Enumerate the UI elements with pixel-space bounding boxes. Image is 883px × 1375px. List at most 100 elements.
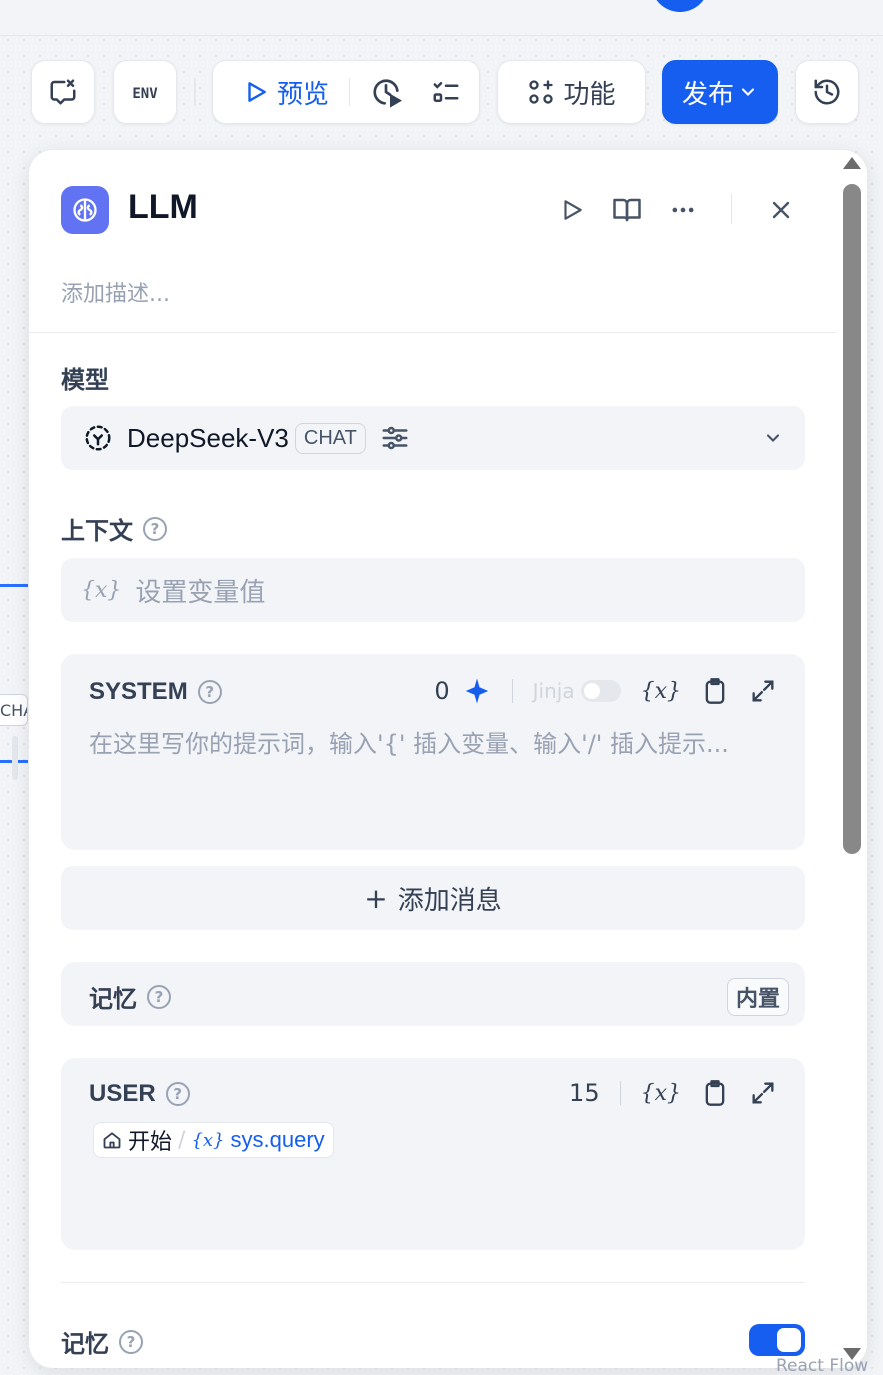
insert-variable-button[interactable]: {x} [641,1081,681,1106]
group-divider [349,78,351,106]
system-prompt-actions: 0 Jinja {x} [434,676,777,706]
context-section-label: 上下文 ? [61,511,167,546]
react-flow-attribution[interactable]: React Flow [776,1356,868,1375]
node-config-panel: LLM 添加描述... 模型 DeepSeek-V3 CHAT 上下文 ? {x [29,150,867,1368]
more-horizontal-icon [672,207,694,213]
system-role-text: SYSTEM [89,678,188,705]
history-icon [814,79,840,105]
env-variables-button[interactable]: ENV [113,60,177,124]
top-bar [0,0,883,36]
context-placeholder: 设置变量值 [135,577,266,608]
context-label: 上下文 [61,517,133,545]
model-section-label: 模型 [61,360,109,395]
actions-divider [619,1081,621,1105]
toolbar-divider [194,78,196,106]
model-selector[interactable]: DeepSeek-V3 CHAT [61,406,805,470]
jinja-label: Jinja [532,679,575,703]
chevron-down-icon [741,88,755,96]
user-token-count: 15 [569,1079,600,1107]
help-icon[interactable]: ? [147,984,171,1009]
run-node-button[interactable] [554,192,590,228]
chat-variables-button[interactable] [31,60,95,124]
variable-reference-tag[interactable]: 开始 / {x} sys.query [93,1122,334,1158]
memory-toggle[interactable] [749,1324,805,1356]
user-role-text: USER [89,1080,156,1107]
apps-icon [529,80,554,104]
scrollbar-thumb[interactable] [843,184,861,854]
node-handle [12,736,18,780]
svg-text:ENV: ENV [132,86,158,102]
help-icon[interactable]: ? [143,516,167,541]
preview-label: 预览 [277,79,330,110]
header-divider [731,194,732,224]
sliders-icon [382,426,408,450]
home-icon [103,1132,121,1149]
clipboard-icon[interactable] [701,1078,729,1108]
help-icon[interactable]: ? [197,680,222,704]
publish-button[interactable]: 发布 [662,60,778,124]
run-group: 预览 [212,60,480,124]
preview-button[interactable]: 预览 [213,61,329,123]
brain-icon [73,198,97,222]
memory-card: 记忆 ? 内置 [61,962,805,1026]
memory-card-label: 记忆 [89,986,137,1013]
model-mode-badge: CHAT [294,422,366,454]
actions-divider [511,679,513,703]
system-role-label: SYSTEM ? [89,678,222,706]
system-prompt-card: SYSTEM ? 0 Jinja {x} 在这里写你的提示词，输入'{' 插入变… [61,654,805,850]
clipboard-icon[interactable] [701,676,729,706]
run-history-button[interactable] [368,74,404,110]
expand-icon[interactable] [749,1079,777,1107]
chat-variable-icon [50,79,76,105]
panel-header: LLM 添加描述... [29,150,837,333]
book-open-icon [613,198,641,222]
close-icon [772,201,790,219]
version-history-button[interactable] [795,60,859,124]
user-prompt-actions: 15 {x} [569,1078,777,1108]
jinja-toggle[interactable]: Jinja [533,679,621,703]
insert-variable-button[interactable]: {x} [641,679,681,704]
sparkle-icon[interactable] [462,676,492,706]
variable-icon: {x} [191,1129,225,1151]
builtin-badge: 内置 [726,978,789,1016]
deepseek-logo-icon [85,425,111,451]
description-input[interactable]: 添加描述... [61,276,170,308]
checklist-icon [433,82,459,102]
play-icon [564,200,582,220]
help-icon[interactable]: ? [119,1329,143,1354]
model-label: 模型 [61,366,109,394]
system-token-count: 0 [434,677,450,705]
help-icon[interactable]: ? [165,1082,190,1106]
variable-icon: {x} [81,577,122,603]
checklist-button[interactable] [428,74,464,110]
system-prompt-input[interactable]: 在这里写你的提示词，输入'{' 插入变量、输入'/' 插入提示... [89,724,729,759]
model-params-button[interactable] [380,423,410,453]
env-icon: ENV [132,86,158,102]
add-message-button[interactable]: + 添加消息 [61,866,805,930]
jinja-switch[interactable] [580,680,621,702]
close-panel-button[interactable] [763,192,799,228]
model-name: DeepSeek-V3 [127,422,289,453]
docs-button[interactable] [609,192,645,228]
memory-card-title: 记忆 ? [89,979,171,1014]
plus-icon: + [364,881,388,915]
memory-section-label: 记忆 ? [61,1324,143,1359]
scroll-up-arrow[interactable] [843,157,861,169]
var-name: sys.query [230,1127,325,1152]
var-node-name: 开始 [128,1130,173,1155]
node-title[interactable]: LLM [128,188,198,227]
more-options-button[interactable] [665,192,701,228]
memory-label: 记忆 [61,1330,109,1358]
features-button[interactable]: 功能 [497,60,646,124]
publish-label: 发布 [681,79,734,110]
play-icon [248,82,266,102]
llm-node-icon [61,186,109,234]
expand-icon[interactable] [749,677,777,705]
clock-play-icon [373,79,402,108]
path-separator: / [178,1127,186,1153]
context-variable-selector[interactable]: {x} 设置变量值 [61,558,805,622]
user-prompt-card: USER ? 15 {x} 开始 / {x} sys.query [61,1058,805,1250]
section-divider [61,1282,805,1283]
features-label: 功能 [563,79,616,110]
node-fragment[interactable]: CHA [0,694,28,726]
